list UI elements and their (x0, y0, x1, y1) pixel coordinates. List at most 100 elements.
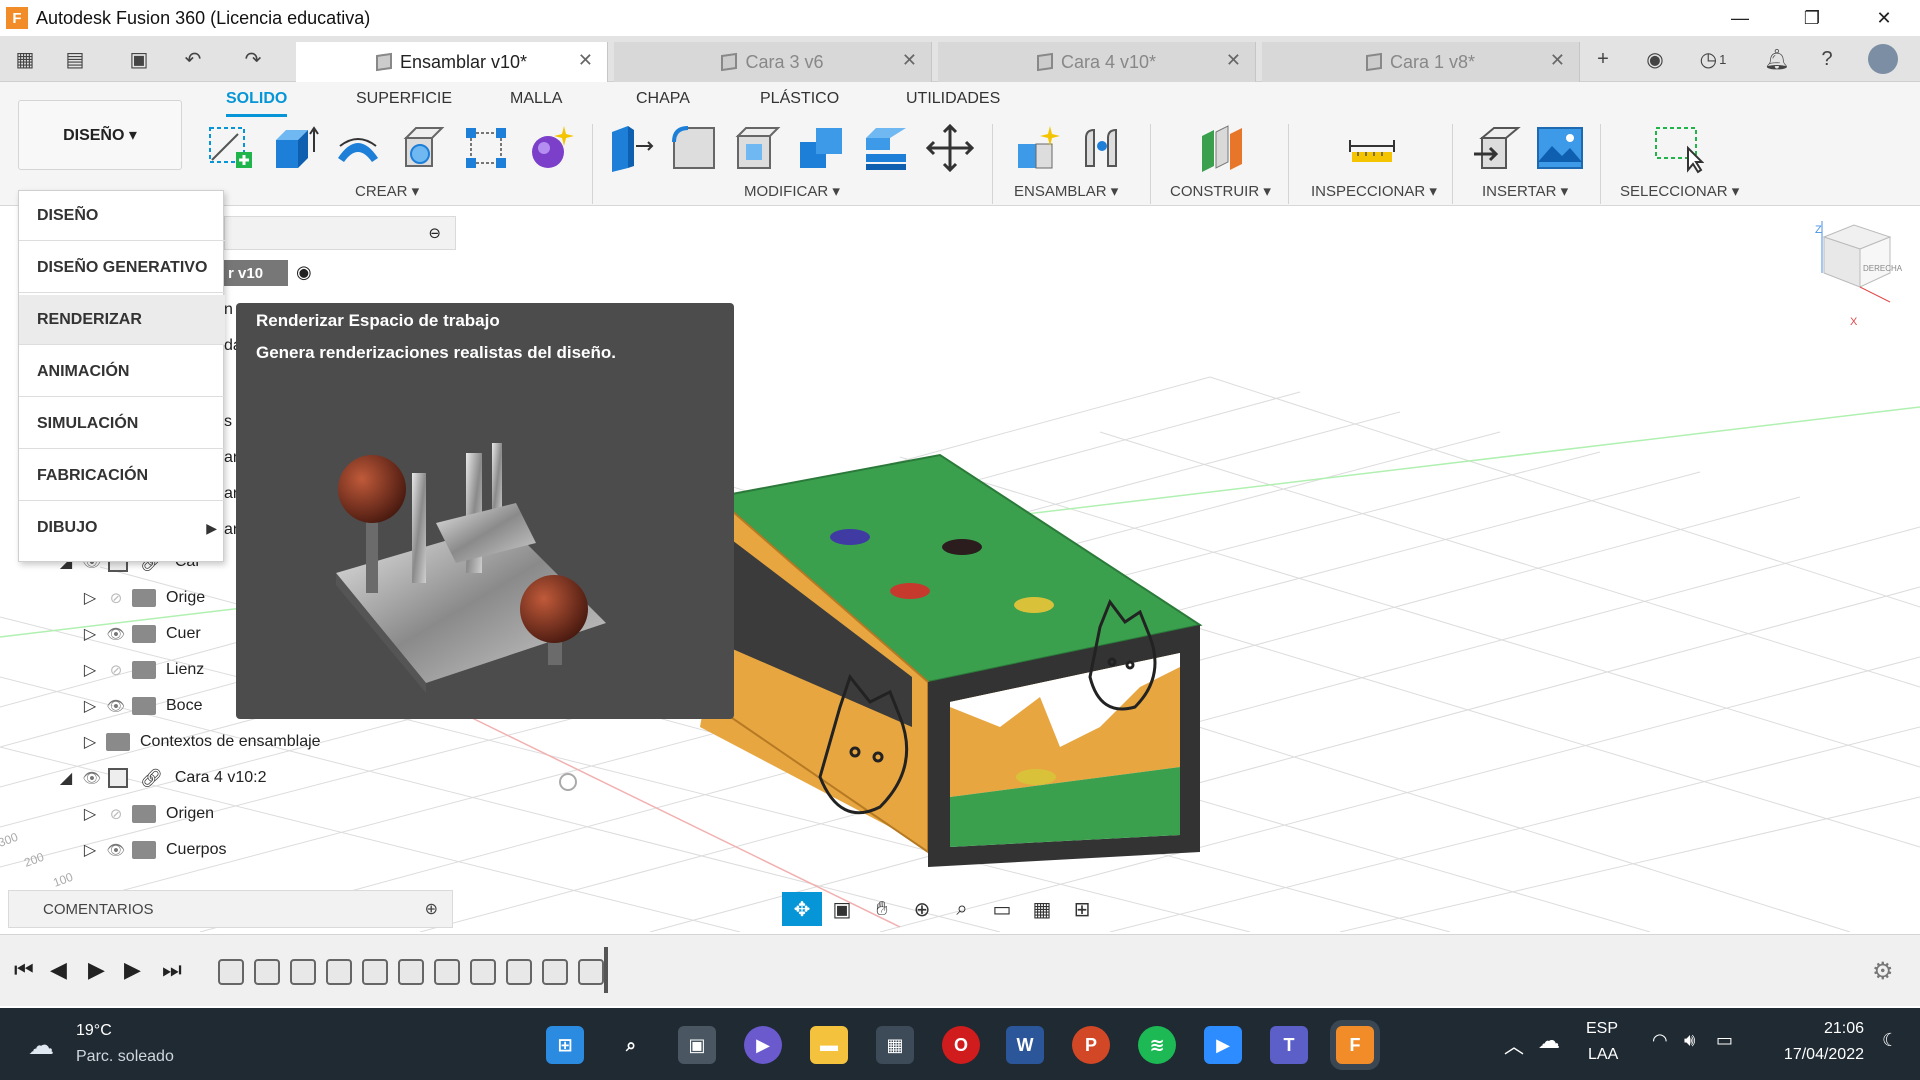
tree-row-partial[interactable]: s (224, 406, 232, 438)
move-icon[interactable] (924, 122, 976, 174)
browser-root-label[interactable]: r v10 (224, 260, 288, 286)
display-settings-icon[interactable]: ▭ (982, 892, 1022, 926)
file-icon[interactable]: ▤ (60, 44, 90, 74)
press-pull-icon[interactable] (604, 122, 656, 174)
timeline-settings-gear-icon[interactable]: ⚙︎ (1872, 957, 1894, 986)
menu-item-diseno-generativo[interactable]: DISEÑO GENERATIVO (19, 243, 225, 293)
collapse-triangle-icon[interactable]: ◢ (56, 768, 76, 788)
expand-triangle-icon[interactable]: ▷ (80, 732, 100, 752)
expand-triangle-icon[interactable]: ▷ (80, 660, 100, 680)
visibility-eye-icon[interactable]: 👁︎ (76, 769, 108, 787)
hidden-eye-icon[interactable]: ⊘ (100, 805, 132, 823)
go-to-start-icon[interactable]: ⏮︎ (14, 957, 34, 983)
add-comment-icon[interactable]: ⊕ (425, 899, 438, 919)
weather-description[interactable]: Parc. soleado (76, 1048, 174, 1066)
insert-derive-icon[interactable] (1472, 122, 1524, 174)
user-avatar[interactable] (1868, 44, 1898, 74)
zoom-app-icon[interactable]: ▶ (1204, 1026, 1242, 1064)
select-window-icon[interactable] (1652, 122, 1704, 174)
browser-collapse-icon[interactable]: ⊖ (428, 224, 441, 242)
viewports-icon[interactable]: ⊞ (1062, 892, 1102, 926)
calculator-icon[interactable]: ▦ (876, 1026, 914, 1064)
tab-chapa[interactable]: CHAPA (636, 90, 690, 108)
create-form-icon[interactable] (524, 122, 576, 174)
workspace-switcher-button[interactable]: DISEÑO ▾ (18, 100, 182, 170)
visibility-eye-icon[interactable]: 👁︎ (100, 841, 132, 859)
teams-icon[interactable]: T (1270, 1026, 1308, 1064)
activate-radio-icon[interactable]: ◉ (296, 262, 312, 283)
timeline-joint-feature[interactable] (542, 959, 568, 985)
fusion-360-taskbar-icon[interactable]: F (1336, 1026, 1374, 1064)
show-hidden-icons-icon[interactable]: ︿ (1504, 1030, 1524, 1059)
measure-icon[interactable] (1346, 122, 1398, 174)
tree-row-origen[interactable]: ▷ ⊘ Orige (80, 582, 205, 614)
tab-cara-4[interactable]: Cara 4 v10* ✕ (938, 42, 1256, 82)
tree-row-bocetos[interactable]: ▷ 👁︎ Boce (80, 690, 202, 722)
create-sketch-icon[interactable] (204, 122, 256, 174)
word-icon[interactable]: W (1006, 1026, 1044, 1064)
language-indicator-bottom[interactable]: LAA (1588, 1046, 1618, 1064)
insert-canvas-icon[interactable] (1534, 122, 1586, 174)
minimize-button[interactable]: — (1704, 0, 1776, 36)
shell-icon[interactable] (732, 122, 784, 174)
battery-icon[interactable]: ▭ (1716, 1030, 1733, 1051)
viewcube-face-label[interactable]: DERECHA (1863, 264, 1903, 273)
visibility-eye-icon[interactable]: 👁︎ (100, 697, 132, 715)
grid-menu-icon[interactable]: ▦ (10, 44, 40, 74)
tree-row-cara4[interactable]: ◢ 👁︎ 🔗︎ Cara 4 v10:2 (56, 762, 266, 794)
onedrive-cloud-icon[interactable]: ☁︎ (1538, 1028, 1560, 1054)
tab-solido[interactable]: SOLIDO (226, 90, 288, 117)
look-at-icon[interactable]: ▣ (822, 892, 862, 926)
new-tab-icon[interactable]: + (1588, 44, 1618, 74)
timeline-joint-feature[interactable] (326, 959, 352, 985)
visibility-eye-icon[interactable]: 👁︎ (100, 625, 132, 643)
volume-icon[interactable]: 🔊︎ (1684, 1030, 1695, 1051)
expand-triangle-icon[interactable]: ▷ (80, 588, 100, 608)
online-status-icon[interactable]: ◉ (1640, 44, 1670, 74)
menu-item-diseno[interactable]: DISEÑO (19, 191, 225, 241)
search-icon[interactable]: ⌕ (612, 1026, 650, 1064)
new-component-icon[interactable] (1012, 122, 1064, 174)
expand-triangle-icon[interactable]: ▷ (80, 840, 100, 860)
do-not-disturb-moon-icon[interactable]: ☾ (1882, 1030, 1898, 1051)
expand-triangle-icon[interactable]: ▷ (80, 624, 100, 644)
tab-cara-3[interactable]: Cara 3 v6 ✕ (614, 42, 932, 82)
hidden-eye-icon[interactable]: ⊘ (100, 589, 132, 607)
close-window-button[interactable]: ✕ (1848, 0, 1920, 36)
tab-ensamblar[interactable]: Ensamblar v10* ✕ (296, 42, 608, 82)
go-to-end-icon[interactable]: ⏭︎ (162, 957, 182, 983)
group-modificar[interactable]: MODIFICAR ▾ (744, 182, 840, 200)
chat-icon[interactable]: ▶ (744, 1026, 782, 1064)
timeline-joint-feature[interactable] (506, 959, 532, 985)
tab-cara-1[interactable]: Cara 1 v8* ✕ (1262, 42, 1580, 82)
close-tab-icon[interactable]: ✕ (902, 50, 917, 71)
step-back-icon[interactable]: ◀ (50, 957, 67, 983)
close-tab-icon[interactable]: ✕ (1550, 50, 1565, 71)
revolve-icon[interactable] (332, 122, 384, 174)
menu-item-dibujo[interactable]: DIBUJO ▶ (19, 503, 225, 553)
language-indicator-top[interactable]: ESP (1586, 1020, 1618, 1038)
timeline-marker[interactable] (604, 947, 608, 993)
redo-icon[interactable]: ↷ (238, 44, 268, 74)
orbit-icon[interactable]: ✥ (782, 892, 822, 926)
timeline-joint-feature[interactable] (470, 959, 496, 985)
menu-item-animacion[interactable]: ANIMACIÓN (19, 347, 225, 397)
timeline-joint-feature[interactable] (434, 959, 460, 985)
timeline-joint-feature[interactable] (362, 959, 388, 985)
group-seleccionar[interactable]: SELECCIONAR ▾ (1620, 182, 1739, 200)
menu-item-simulacion[interactable]: SIMULACIÓN (19, 399, 225, 449)
start-windows-icon[interactable]: ⊞ (546, 1026, 584, 1064)
wifi-icon[interactable]: ◠ (1652, 1030, 1668, 1051)
timeline-joint-feature[interactable] (218, 959, 244, 985)
zoom-window-icon[interactable]: ⌕ (942, 892, 982, 926)
expand-triangle-icon[interactable]: ▷ (80, 696, 100, 716)
pan-hand-icon[interactable]: ✋︎ (862, 892, 902, 926)
combine-icon[interactable] (796, 122, 848, 174)
notifications-bell-icon[interactable]: 🔔︎ (1762, 44, 1792, 74)
clock-time[interactable]: 21:06 (1780, 1020, 1864, 1038)
group-crear[interactable]: CREAR ▾ (355, 182, 419, 200)
timeline-joint-feature[interactable] (290, 959, 316, 985)
tree-row-cuerpos-2[interactable]: ▷ 👁︎ Cuerpos (80, 834, 226, 866)
pattern-icon[interactable] (460, 122, 512, 174)
group-construir[interactable]: CONSTRUIR ▾ (1170, 182, 1271, 200)
